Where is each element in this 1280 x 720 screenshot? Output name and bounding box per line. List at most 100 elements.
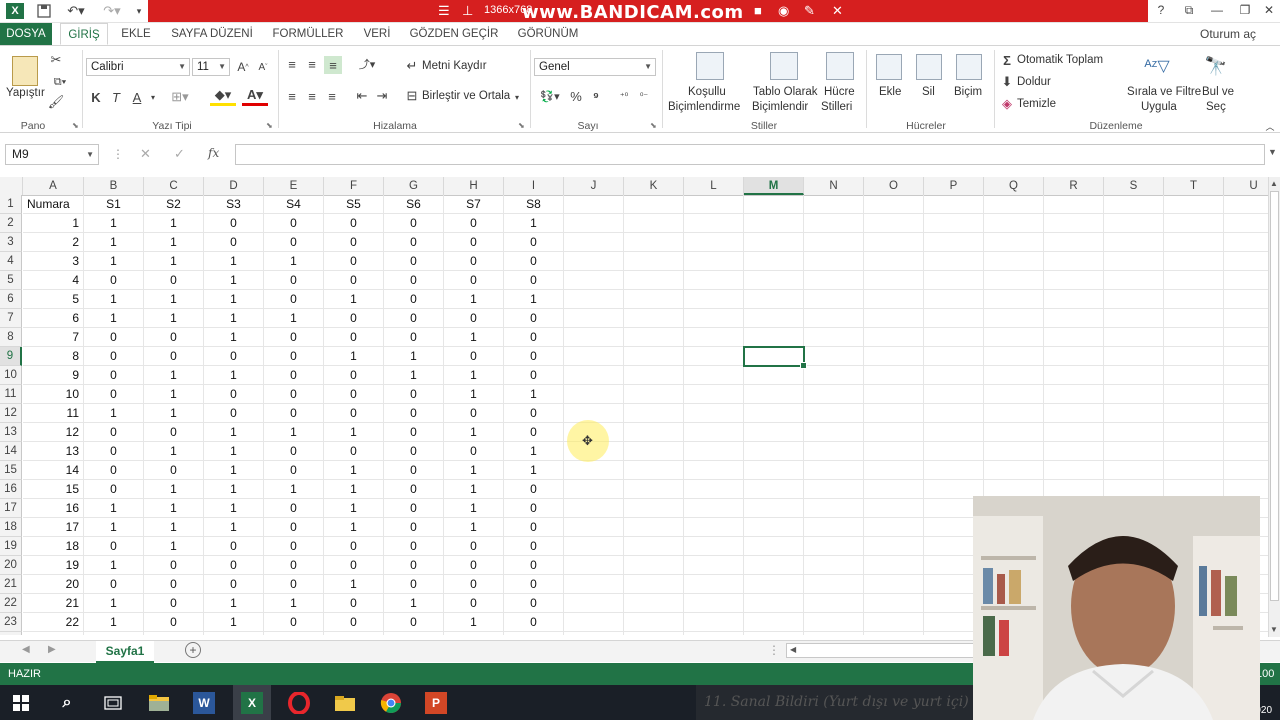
cell-o6[interactable] [864, 290, 924, 309]
cell-t1[interactable] [1164, 195, 1224, 214]
cell-e21[interactable]: 0 [264, 575, 324, 594]
cell-a14[interactable]: 13 [23, 442, 84, 461]
redo-icon[interactable]: ↷▾ [98, 2, 126, 20]
cell-e2[interactable]: 0 [264, 214, 324, 233]
cell-d19[interactable]: 0 [204, 537, 264, 556]
cell-k8[interactable] [624, 328, 684, 347]
row-header-16[interactable]: 16 [0, 480, 22, 499]
cell-f20[interactable]: 0 [324, 556, 384, 575]
cell-a7[interactable]: 6 [23, 309, 84, 328]
format-as-table-label-1[interactable]: Tablo Olarak [753, 86, 818, 98]
column-header-d[interactable]: D [204, 177, 264, 195]
find-select-icon[interactable]: 🔭 [1202, 52, 1230, 80]
cell-s12[interactable] [1104, 404, 1164, 423]
cell-l17[interactable] [684, 499, 744, 518]
cell-e12[interactable]: 0 [264, 404, 324, 423]
cell-s8[interactable] [1104, 328, 1164, 347]
cell-n17[interactable] [804, 499, 864, 518]
scroll-thumb[interactable] [1270, 191, 1279, 601]
cell-f3[interactable]: 0 [324, 233, 384, 252]
cell-styles-label-1[interactable]: Hücre [824, 86, 855, 98]
cell-r10[interactable] [1044, 366, 1104, 385]
cell-k11[interactable] [624, 385, 684, 404]
save-icon[interactable] [34, 2, 54, 20]
cell-a10[interactable]: 9 [23, 366, 84, 385]
cell-t14[interactable] [1164, 442, 1224, 461]
cell-n11[interactable] [804, 385, 864, 404]
alignment-launcher-icon[interactable]: ⬊ [518, 121, 525, 130]
cell-j5[interactable] [564, 271, 624, 290]
cell-e24[interactable] [264, 632, 324, 635]
cell-m1[interactable] [744, 195, 804, 214]
cell-d23[interactable]: 1 [204, 613, 264, 632]
cell-m8[interactable] [744, 328, 804, 347]
name-box[interactable]: M9 ▼ [5, 144, 99, 165]
cell-i13[interactable]: 0 [504, 423, 564, 442]
cell-c8[interactable]: 0 [144, 328, 204, 347]
formula-input[interactable] [235, 144, 1265, 165]
cell-m22[interactable] [744, 594, 804, 613]
cell-a1[interactable]: Numara [23, 195, 84, 214]
cell-i10[interactable]: 0 [504, 366, 564, 385]
number-launcher-icon[interactable]: ⬊ [650, 121, 657, 130]
underline-button[interactable]: A [130, 88, 144, 106]
tab-review[interactable]: GÖZDEN GEÇİR [406, 23, 502, 45]
cell-r15[interactable] [1044, 461, 1104, 480]
cell-m24[interactable] [744, 632, 804, 635]
row-header-18[interactable]: 18 [0, 518, 22, 537]
cell-n12[interactable] [804, 404, 864, 423]
cut-icon[interactable]: ✂ [48, 52, 64, 68]
cell-d2[interactable]: 0 [204, 214, 264, 233]
cell-l23[interactable] [684, 613, 744, 632]
cell-d11[interactable]: 0 [204, 385, 264, 404]
cell-d6[interactable]: 1 [204, 290, 264, 309]
italic-button[interactable]: T [110, 88, 122, 106]
cell-o20[interactable] [864, 556, 924, 575]
cell-l16[interactable] [684, 480, 744, 499]
cell-t5[interactable] [1164, 271, 1224, 290]
cell-p6[interactable] [924, 290, 984, 309]
cell-g23[interactable]: 0 [384, 613, 444, 632]
cell-e3[interactable]: 0 [264, 233, 324, 252]
cell-j10[interactable] [564, 366, 624, 385]
cell-a22[interactable]: 21 [23, 594, 84, 613]
cell-p2[interactable] [924, 214, 984, 233]
cell-j19[interactable] [564, 537, 624, 556]
cell-l7[interactable] [684, 309, 744, 328]
cell-q15[interactable] [984, 461, 1044, 480]
cell-b9[interactable]: 0 [84, 347, 144, 366]
cell-i3[interactable]: 0 [504, 233, 564, 252]
cell-n13[interactable] [804, 423, 864, 442]
cell-e6[interactable]: 0 [264, 290, 324, 309]
cell-a9[interactable]: 8 [23, 347, 84, 366]
row-header-15[interactable]: 15 [0, 461, 22, 480]
cell-u1[interactable] [1224, 195, 1268, 214]
cell-g10[interactable]: 1 [384, 366, 444, 385]
cell-n9[interactable] [804, 347, 864, 366]
cell-n15[interactable] [804, 461, 864, 480]
bold-button[interactable]: K [90, 88, 102, 106]
cell-d9[interactable]: 0 [204, 347, 264, 366]
cell-q14[interactable] [984, 442, 1044, 461]
next-sheet-icon[interactable]: ▶ [48, 644, 56, 655]
cell-k5[interactable] [624, 271, 684, 290]
cell-g2[interactable]: 0 [384, 214, 444, 233]
cell-i8[interactable]: 0 [504, 328, 564, 347]
cell-p5[interactable] [924, 271, 984, 290]
align-top-icon[interactable]: ≡ [284, 56, 300, 72]
file-explorer-icon[interactable] [146, 690, 172, 716]
cell-o1[interactable] [864, 195, 924, 214]
cell-d4[interactable]: 1 [204, 252, 264, 271]
cell-s6[interactable] [1104, 290, 1164, 309]
cell-g15[interactable]: 0 [384, 461, 444, 480]
cell-o18[interactable] [864, 518, 924, 537]
customize-qat-icon[interactable]: ▾ [134, 2, 144, 20]
chrome-icon[interactable] [378, 690, 404, 716]
cell-q7[interactable] [984, 309, 1044, 328]
row-header-6[interactable]: 6 [0, 290, 22, 309]
cell-b17[interactable]: 1 [84, 499, 144, 518]
cell-a13[interactable]: 12 [23, 423, 84, 442]
cell-r2[interactable] [1044, 214, 1104, 233]
row-header-4[interactable]: 4 [0, 252, 22, 271]
cell-l10[interactable] [684, 366, 744, 385]
